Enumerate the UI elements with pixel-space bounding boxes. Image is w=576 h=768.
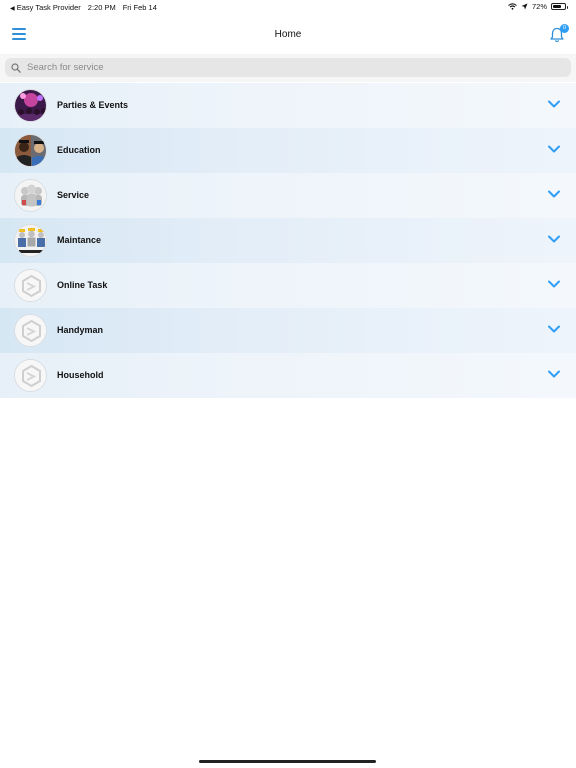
category-label: Online Task bbox=[57, 280, 108, 290]
chevron-down-icon[interactable] bbox=[548, 145, 560, 154]
battery-icon bbox=[551, 3, 568, 10]
status-date: Fri Feb 14 bbox=[122, 3, 157, 12]
category-row-education[interactable]: Education bbox=[0, 128, 576, 173]
back-app-name: Easy Task Provider bbox=[16, 3, 81, 12]
search-icon bbox=[11, 62, 21, 73]
chevron-down-icon[interactable] bbox=[548, 325, 560, 334]
category-label: Household bbox=[57, 370, 104, 380]
placeholder-logo-icon bbox=[14, 314, 47, 347]
category-row-service[interactable]: Service bbox=[0, 173, 576, 218]
category-row-household[interactable]: Household bbox=[0, 353, 576, 398]
category-list: Parties & Events Education Service Maint… bbox=[0, 83, 576, 398]
chevron-down-icon[interactable] bbox=[548, 370, 560, 379]
category-label: Handyman bbox=[57, 325, 104, 335]
wifi-icon bbox=[508, 3, 517, 10]
placeholder-logo-icon bbox=[14, 269, 47, 302]
location-arrow-icon bbox=[521, 3, 528, 10]
chevron-down-icon[interactable] bbox=[548, 190, 560, 199]
status-time: 2:20 PM bbox=[87, 3, 116, 12]
chevron-down-icon[interactable] bbox=[548, 280, 560, 289]
category-label: Parties & Events bbox=[57, 100, 129, 110]
maintenance-team-image bbox=[14, 224, 47, 257]
notification-badge: 0 bbox=[560, 24, 569, 33]
search-bar-container bbox=[0, 54, 576, 82]
battery-percent: 72% bbox=[531, 2, 547, 11]
chevron-down-icon[interactable] bbox=[548, 235, 560, 244]
status-bar: ◀ Easy Task Provider 2:20 PM Fri Feb 14 … bbox=[0, 0, 576, 14]
page-title: Home bbox=[274, 29, 302, 40]
home-indicator[interactable] bbox=[199, 760, 376, 763]
service-people-image bbox=[14, 179, 47, 212]
back-arrow-icon: ◀ bbox=[10, 6, 15, 12]
category-label: Education bbox=[57, 145, 101, 155]
category-row-parties-events[interactable]: Parties & Events bbox=[0, 83, 576, 128]
chevron-down-icon[interactable] bbox=[548, 100, 560, 109]
graduates-image bbox=[14, 134, 47, 167]
category-row-maintance[interactable]: Maintance bbox=[0, 218, 576, 263]
category-row-handyman[interactable]: Handyman bbox=[0, 308, 576, 353]
battery-fill bbox=[553, 5, 561, 8]
back-to-app-link[interactable]: ◀ Easy Task Provider bbox=[10, 3, 81, 12]
category-label: Service bbox=[57, 190, 90, 200]
notifications-button[interactable]: 0 bbox=[549, 24, 569, 44]
search-box[interactable] bbox=[5, 58, 571, 77]
category-label: Maintance bbox=[57, 235, 102, 245]
party-image bbox=[14, 89, 47, 122]
category-row-online-task[interactable]: Online Task bbox=[0, 263, 576, 308]
placeholder-logo-icon bbox=[14, 359, 47, 392]
navigation-bar: Home 0 bbox=[0, 16, 576, 54]
search-input[interactable] bbox=[27, 62, 527, 73]
